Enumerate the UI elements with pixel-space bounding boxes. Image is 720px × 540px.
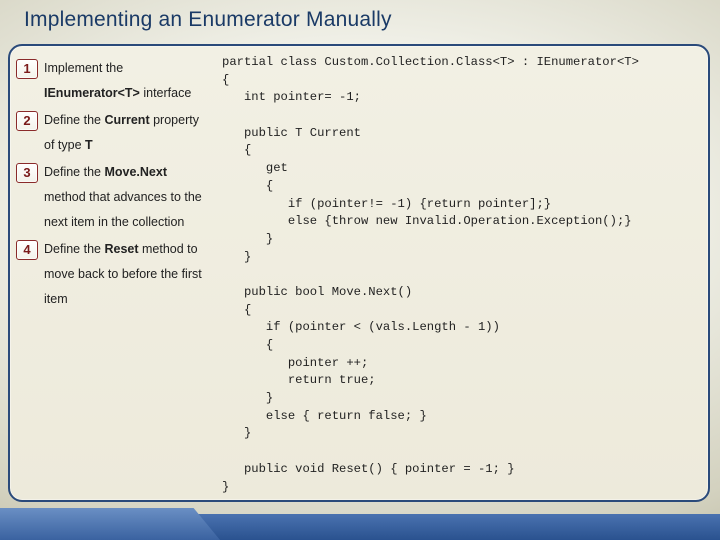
page-title: Implementing an Enumerator Manually [24,8,696,32]
step-number: 2 [16,111,38,131]
step-3: 3 Define the Move.Next method that advan… [16,160,210,235]
footer-bar [0,514,720,540]
step-2: 2 Define the Current property of type T [16,108,210,158]
code-block: partial class Custom.Collection.Class<T>… [218,46,708,500]
content-panel: 1 Implement the IEnumerator<T> interface… [8,44,710,502]
step-4: 4 Define the Reset method to move back t… [16,237,210,312]
step-text: Define the Current property of type T [44,108,210,158]
steps-list: 1 Implement the IEnumerator<T> interface… [10,46,218,500]
step-number: 3 [16,163,38,183]
step-1: 1 Implement the IEnumerator<T> interface [16,56,210,106]
step-number: 1 [16,59,38,79]
step-text: Define the Reset method to move back to … [44,237,210,312]
step-text: Implement the IEnumerator<T> interface [44,56,210,106]
step-number: 4 [16,240,38,260]
step-text: Define the Move.Next method that advance… [44,160,210,235]
